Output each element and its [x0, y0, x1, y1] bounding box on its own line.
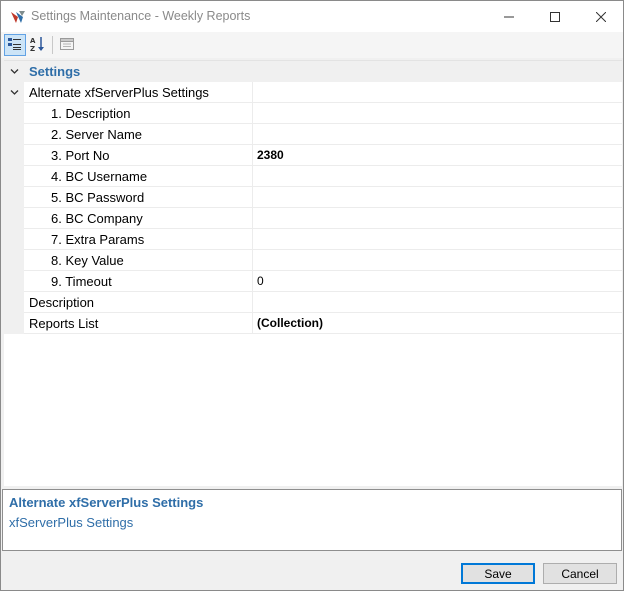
settings-window: Settings Maintenance - Weekly Reports A … [0, 0, 624, 591]
property-name: Alternate xfServerPlus Settings [24, 82, 253, 103]
svg-text:Z: Z [30, 45, 35, 52]
save-button[interactable]: Save [461, 563, 535, 584]
category-label: Settings [29, 64, 81, 79]
property-value[interactable]: 0 [253, 271, 622, 292]
property-value[interactable] [253, 208, 622, 229]
property-name: 2. Server Name [24, 124, 253, 145]
window-title: Settings Maintenance - Weekly Reports [31, 9, 251, 23]
svg-text:A: A [30, 37, 36, 45]
property-name: Reports List [24, 313, 253, 334]
property-row[interactable]: Description [4, 292, 622, 313]
property-name: 9. Timeout [24, 271, 253, 292]
minimize-button[interactable] [486, 1, 532, 32]
property-name: 6. BC Company [24, 208, 253, 229]
group-expander[interactable] [4, 82, 24, 103]
categorized-view-button[interactable] [4, 34, 26, 56]
property-name: 8. Key Value [24, 250, 253, 271]
row-gutter [4, 103, 24, 124]
property-row[interactable]: 6. BC Company [4, 208, 622, 229]
property-name: Description [24, 292, 253, 313]
property-row[interactable]: 5. BC Password [4, 187, 622, 208]
row-gutter [4, 124, 24, 145]
cancel-button[interactable]: Cancel [543, 563, 617, 584]
property-value[interactable] [253, 250, 622, 271]
property-grid-toolbar: A Z [1, 32, 623, 58]
property-value[interactable] [253, 103, 622, 124]
row-gutter [4, 229, 24, 250]
property-pages-button[interactable] [56, 34, 78, 56]
row-gutter [4, 187, 24, 208]
property-row[interactable]: Reports List (Collection) [4, 313, 622, 334]
maximize-icon [550, 11, 560, 22]
property-row[interactable]: 7. Extra Params [4, 229, 622, 250]
row-gutter [4, 250, 24, 271]
category-row-settings[interactable]: Settings [4, 61, 622, 82]
property-value[interactable] [253, 292, 622, 313]
description-text: xfServerPlus Settings [9, 515, 134, 530]
app-logo-icon [10, 9, 26, 25]
property-value[interactable] [253, 82, 622, 103]
property-value[interactable]: (Collection) [253, 313, 622, 334]
property-name: 7. Extra Params [24, 229, 253, 250]
property-row[interactable]: 1. Description [4, 103, 622, 124]
chevron-down-icon [10, 85, 19, 100]
property-name: 4. BC Username [24, 166, 253, 187]
property-name: 1. Description [24, 103, 253, 124]
row-gutter [4, 208, 24, 229]
property-value[interactable] [253, 187, 622, 208]
row-gutter [4, 292, 24, 313]
property-value[interactable]: 2380 [253, 145, 622, 166]
row-gutter [4, 271, 24, 292]
property-row[interactable]: 3. Port No 2380 [4, 145, 622, 166]
toolbar-separator [52, 36, 53, 54]
row-gutter [4, 145, 24, 166]
row-gutter [4, 166, 24, 187]
description-title: Alternate xfServerPlus Settings [9, 495, 204, 510]
property-name: 3. Port No [24, 145, 253, 166]
category-expander[interactable] [4, 61, 24, 82]
group-row-alternate-xfserverplus[interactable]: Alternate xfServerPlus Settings [4, 82, 622, 103]
property-row[interactable]: 2. Server Name [4, 124, 622, 145]
property-row[interactable]: 8. Key Value [4, 250, 622, 271]
chevron-down-icon [10, 64, 19, 79]
title-bar[interactable]: Settings Maintenance - Weekly Reports [1, 1, 623, 32]
categorized-icon [7, 36, 23, 55]
alphabetical-sort-button[interactable]: A Z [27, 34, 49, 56]
minimize-icon [504, 12, 514, 22]
property-row[interactable]: 9. Timeout 0 [4, 271, 622, 292]
property-value[interactable] [253, 229, 622, 250]
property-grid: Settings Alternate xfServerPlus Settings… [4, 60, 622, 486]
maximize-button[interactable] [532, 1, 578, 32]
property-value[interactable] [253, 166, 622, 187]
property-pages-icon [59, 36, 75, 55]
close-icon [596, 11, 606, 22]
property-name: 5. BC Password [24, 187, 253, 208]
description-pane: Alternate xfServerPlus Settings xfServer… [2, 489, 622, 551]
close-button[interactable] [578, 1, 624, 32]
property-row[interactable]: 4. BC Username [4, 166, 622, 187]
row-gutter [4, 313, 24, 334]
sort-az-icon: A Z [30, 36, 46, 55]
property-value[interactable] [253, 124, 622, 145]
